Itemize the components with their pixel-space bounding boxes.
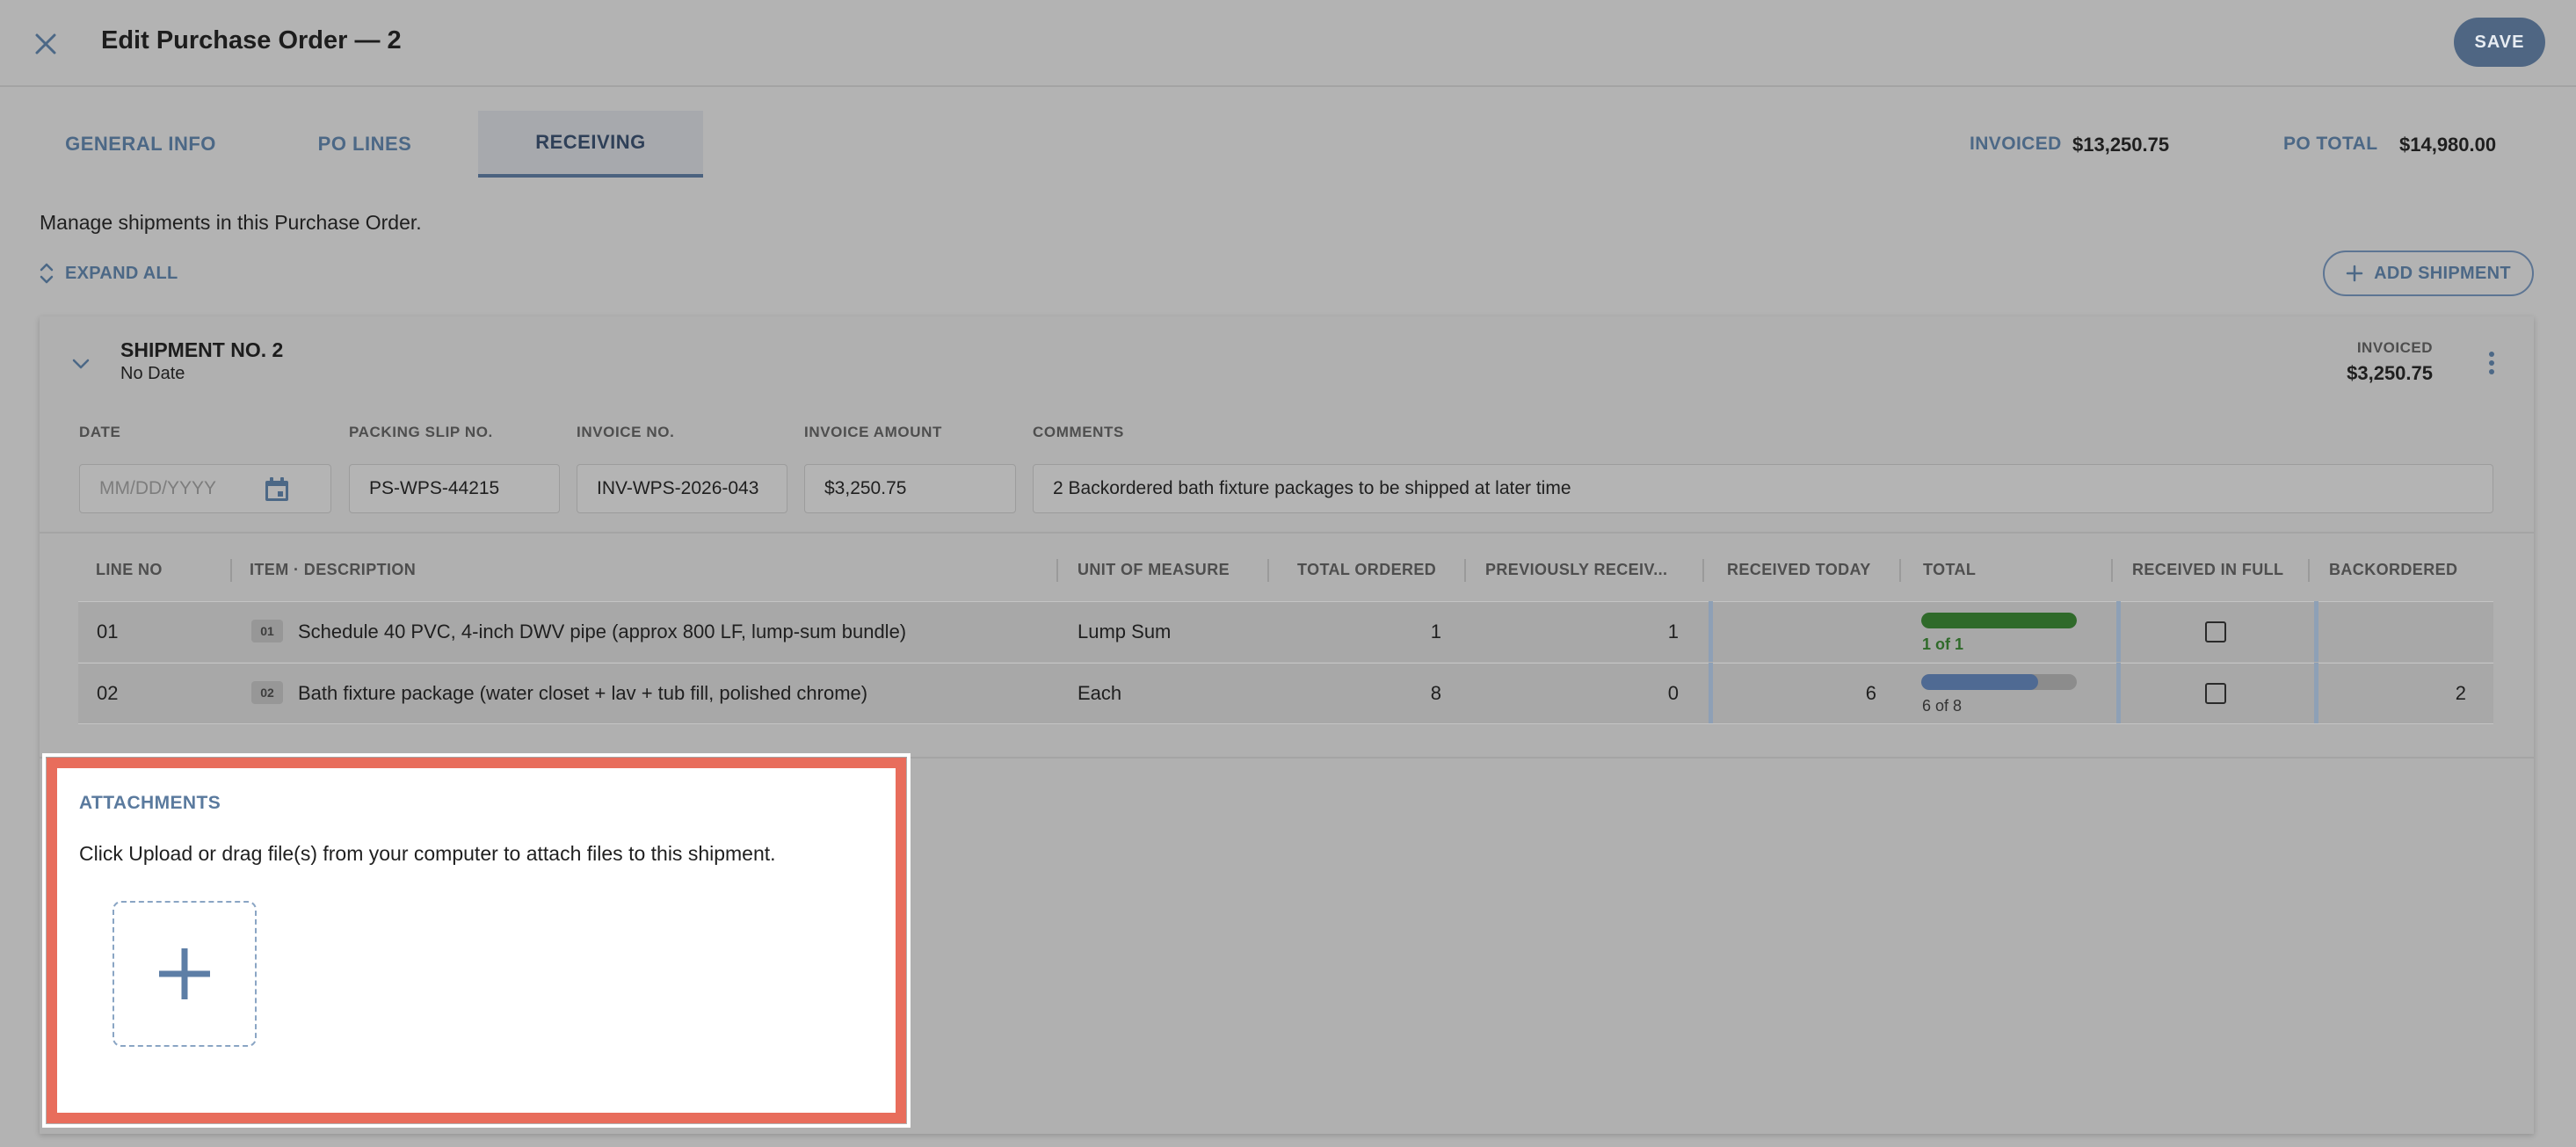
- col-line-no: LINE NO: [96, 561, 163, 578]
- editable-column-marker: [2314, 601, 2318, 662]
- backordered-cell: 2: [2455, 682, 2466, 704]
- date-label: DATE: [79, 424, 121, 440]
- col-separator: [230, 559, 232, 582]
- total-ordered-cell: 1: [1430, 621, 1441, 642]
- col-separator: [1464, 559, 1466, 582]
- col-received-in-full: RECEIVED IN FULL: [2132, 561, 2284, 578]
- tab-general-info[interactable]: GENERAL INFO: [40, 111, 242, 178]
- close-button[interactable]: [26, 25, 65, 63]
- total-ordered-cell: 8: [1430, 682, 1441, 704]
- comments-label: COMMENTS: [1033, 424, 1124, 440]
- date-input[interactable]: MM/DD/YYYY: [79, 464, 331, 513]
- add-shipment-label: ADD SHIPMENT: [2374, 263, 2511, 283]
- editable-column-marker: [2314, 663, 2318, 723]
- expand-collapse-icon: [40, 263, 54, 284]
- col-separator: [2308, 559, 2310, 582]
- line-badge: 01: [251, 620, 283, 642]
- calendar-icon[interactable]: [262, 475, 292, 505]
- received-in-full-checkbox[interactable]: [2205, 683, 2226, 704]
- expand-all-button[interactable]: EXPAND ALL: [39, 260, 178, 287]
- section-divider: [40, 532, 2534, 534]
- chevron-down-icon: [72, 359, 90, 369]
- col-previously-received: PREVIOUSLY RECEIV...: [1485, 561, 1668, 578]
- progress-label: 6 of 8: [1922, 697, 1963, 715]
- progress-bar: [1921, 613, 2077, 628]
- col-unit-of-measure: UNIT OF MEASURE: [1078, 561, 1230, 578]
- attachments-title: ATTACHMENTS: [79, 793, 221, 813]
- previously-received-cell: 0: [1667, 682, 1679, 704]
- progress-label: 1 of 1: [1922, 635, 1964, 653]
- row-border: [78, 601, 2493, 602]
- previously-received-cell: 1: [1667, 621, 1679, 642]
- plus-icon: [2346, 265, 2363, 282]
- add-shipment-button[interactable]: ADD SHIPMENT: [2323, 250, 2534, 296]
- col-separator: [1702, 559, 1704, 582]
- po-total-value: $14,980.00: [2399, 134, 2497, 156]
- receiving-description: Manage shipments in this Purchase Order.: [40, 211, 422, 234]
- line-no-cell: 02: [97, 682, 119, 704]
- page-header: Edit Purchase Order — 2 SAVE: [0, 0, 2576, 87]
- more-vertical-icon: [2489, 352, 2494, 374]
- col-item-description: ITEM · DESCRIPTION: [250, 561, 417, 578]
- line-no-cell: 01: [97, 621, 119, 642]
- packing-slip-input[interactable]: PS-WPS-44215: [349, 464, 560, 513]
- editable-column-marker: [2116, 663, 2121, 723]
- editable-column-marker: [1709, 601, 1713, 662]
- invoiced-total-label: INVOICED: [1970, 134, 2062, 154]
- close-icon: [35, 33, 56, 54]
- editable-column-marker: [1709, 663, 1713, 723]
- row-border: [78, 723, 2493, 724]
- description-cell: Schedule 40 PVC, 4-inch DWV pipe (approx…: [298, 621, 907, 642]
- col-separator: [1899, 559, 1901, 582]
- progress-bar-fill: [1921, 613, 2077, 628]
- received-today-cell[interactable]: 6: [1789, 682, 1876, 705]
- shipment-invoiced-label: INVOICED: [2356, 339, 2433, 356]
- uom-cell: Lump Sum: [1078, 621, 1172, 642]
- col-total-ordered: TOTAL ORDERED: [1297, 561, 1437, 578]
- editable-column-marker: [2116, 601, 2121, 662]
- invoice-amount-input[interactable]: $3,250.75: [804, 464, 1016, 513]
- upload-file-button[interactable]: [112, 901, 257, 1047]
- comments-input[interactable]: 2 Backordered bath fixture packages to b…: [1033, 464, 2493, 513]
- progress-bar: [1921, 674, 2077, 690]
- description-cell: Bath fixture package (water closet + lav…: [298, 682, 868, 704]
- po-total-label: PO TOTAL: [2283, 134, 2378, 154]
- invoice-no-label: INVOICE NO.: [577, 424, 675, 440]
- col-backordered: BACKORDERED: [2329, 561, 2458, 578]
- line-badge: 02: [251, 681, 283, 704]
- row-border: [78, 663, 2493, 664]
- shipment-invoiced-value: $3,250.75: [2347, 362, 2433, 384]
- expand-all-label: EXPAND ALL: [65, 263, 178, 283]
- col-total: TOTAL: [1923, 561, 1977, 578]
- col-separator: [1056, 559, 1058, 582]
- col-separator: [1267, 559, 1269, 582]
- plus-icon: [159, 948, 210, 999]
- shipment-date: No Date: [120, 364, 185, 383]
- received-in-full-checkbox[interactable]: [2205, 621, 2226, 642]
- save-button[interactable]: SAVE: [2454, 18, 2545, 67]
- uom-cell: Each: [1078, 682, 1122, 704]
- attachments-description: Click Upload or drag file(s) from your c…: [79, 842, 776, 865]
- tab-receiving[interactable]: RECEIVING: [478, 111, 703, 178]
- invoice-no-input[interactable]: INV-WPS-2026-043: [577, 464, 787, 513]
- tab-po-lines[interactable]: PO LINES: [286, 111, 444, 178]
- shipment-menu-button[interactable]: [2478, 348, 2505, 378]
- col-received-today: RECEIVED TODAY: [1727, 561, 1871, 578]
- invoiced-total-value: $13,250.75: [2072, 134, 2170, 156]
- col-separator: [2111, 559, 2113, 582]
- invoice-amount-label: INVOICE AMOUNT: [804, 424, 942, 440]
- progress-bar-fill: [1921, 674, 2038, 690]
- page-title: Edit Purchase Order — 2: [101, 26, 402, 54]
- collapse-shipment-button[interactable]: [69, 352, 93, 376]
- packing-slip-label: PACKING SLIP NO.: [349, 424, 493, 440]
- shipment-title: SHIPMENT NO. 2: [120, 338, 284, 361]
